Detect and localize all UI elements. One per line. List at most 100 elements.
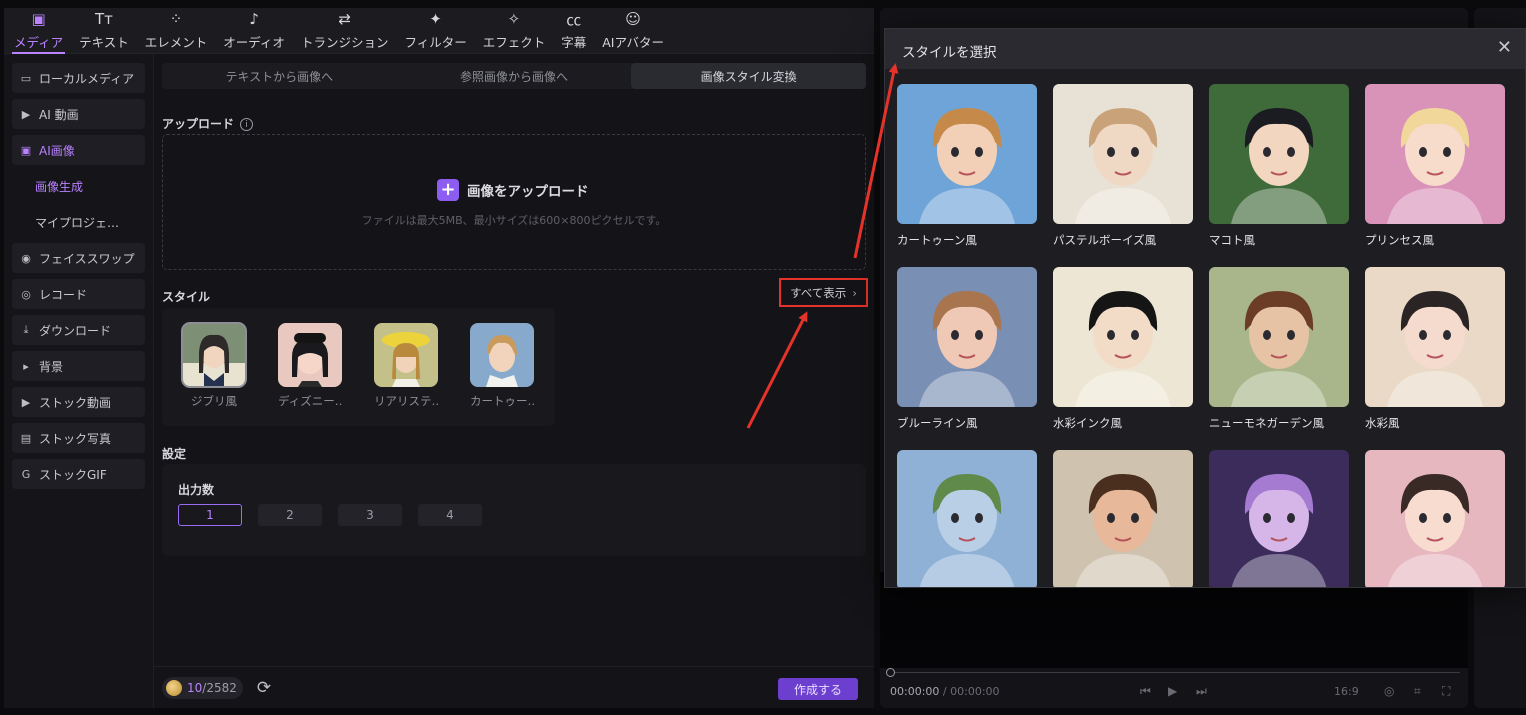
refresh-icon[interactable]: ⟳ — [253, 677, 275, 699]
upload-image-button[interactable]: + 画像をアップロード — [437, 179, 589, 201]
playhead-handle[interactable] — [886, 668, 895, 677]
style-option[interactable]: 水彩風 — [1365, 267, 1505, 431]
nav-tab-effect[interactable]: ✧ エフェクト — [475, 8, 554, 54]
output-count-1[interactable]: 1 — [178, 504, 242, 526]
style-option-name: マコト風 — [1209, 233, 1255, 247]
style-option[interactable] — [1365, 450, 1505, 587]
style-option[interactable]: マコト風 — [1209, 84, 1349, 248]
elements-icon: ⁘ — [169, 10, 183, 28]
style-thumb — [181, 322, 247, 388]
style-option[interactable] — [1053, 450, 1193, 587]
sidebar-item-label: 背景 — [39, 359, 64, 374]
current-time: 00:00:00 — [890, 685, 940, 698]
nav-tab-text[interactable]: Tт テキスト — [71, 8, 137, 54]
audio-icon: ♪ — [249, 10, 259, 28]
coin-icon — [166, 680, 182, 696]
style-card-disney[interactable]: ディズニー… — [278, 323, 342, 409]
fullscreen-icon[interactable]: ⛶ — [1442, 684, 1450, 699]
timecode: 00:00:00 / 00:00:00 — [890, 685, 1000, 698]
tab-style-transfer[interactable]: 画像スタイル変換 — [631, 63, 867, 89]
nav-tab-caption[interactable]: ㏄字幕 — [553, 8, 594, 54]
style-option-thumb — [1365, 267, 1505, 407]
triangle-right-icon: ▸ — [23, 359, 29, 373]
style-option[interactable]: カートゥーン風 — [897, 84, 1037, 248]
create-button[interactable]: 作成する — [778, 678, 858, 700]
nav-tab-label: トランジション — [300, 35, 389, 50]
style-option-thumb — [1365, 450, 1505, 587]
sidebar-item-gif[interactable]: G ストックGIF — [12, 459, 145, 489]
nav-tab-audio[interactable]: ♪ オーディオ — [215, 8, 293, 54]
style-option-name: ニューモネガーデン風 — [1209, 416, 1324, 430]
nav-tab-elements[interactable]: ⁘ エレメント — [137, 8, 216, 54]
dialog-header: スタイルを選択 ✕ — [885, 29, 1525, 69]
dialog-title: スタイルを選択 — [902, 45, 997, 61]
tab-image-to-image[interactable]: 参照画像から画像へ — [397, 63, 632, 89]
ai-image-icon: ▣ — [20, 143, 32, 157]
upload-dropzone[interactable]: + 画像をアップロード ファイルは最大5MB、最小サイズは600×800ピクセル… — [162, 134, 866, 270]
effect-icon: ✧ — [507, 10, 521, 28]
sidebar-item-label: ストック動画 — [39, 395, 112, 410]
close-icon[interactable]: ✕ — [1497, 37, 1512, 58]
output-count-4[interactable]: 4 — [418, 504, 482, 526]
style-card-cartoon[interactable]: カートゥー… — [470, 323, 534, 409]
sidebar-item-ai-video[interactable]: ▶ AI 動画 — [12, 99, 145, 129]
style-option[interactable] — [1209, 450, 1349, 587]
snapshot-icon[interactable]: ◎ — [1384, 684, 1394, 698]
style-card-ghibli[interactable]: ジブリ風 — [181, 322, 247, 409]
show-all-label: すべて表示 — [790, 285, 847, 300]
style-thumb — [278, 323, 342, 387]
style-name: ジブリ風 — [191, 394, 237, 408]
chevron-right-icon: › — [852, 285, 857, 300]
credits-used: 10 — [187, 681, 203, 695]
aspect-ratio[interactable]: 16:9 — [1334, 685, 1359, 698]
style-option[interactable]: 水彩インク風 — [1053, 267, 1193, 431]
next-frame-icon[interactable]: ⏭ — [1196, 684, 1207, 699]
output-count-2[interactable]: 2 — [258, 504, 322, 526]
sidebar-item-record[interactable]: ◎ レコード — [12, 279, 145, 309]
crop-icon[interactable]: ⌗ — [1414, 684, 1421, 699]
sidebar-item-folder[interactable]: ▭ ローカルメディア — [12, 63, 145, 93]
caption-icon: ㏄ — [566, 10, 582, 29]
tab-text-to-image[interactable]: テキストから画像へ — [162, 63, 397, 89]
nav-tab-ai-avatar[interactable]: ☺ AIアバター — [594, 8, 672, 54]
style-option[interactable] — [897, 450, 1037, 587]
show-all-button[interactable]: すべて表示 › — [779, 278, 868, 307]
sidebar-item-triangle-right[interactable]: ▸ 背景 — [12, 351, 145, 381]
output-count-label: 出力数 — [178, 483, 215, 497]
stock-photo-icon: ▤ — [20, 431, 32, 445]
credits-badge: 10/2582 — [162, 677, 243, 699]
nav-tab-transition[interactable]: ⇄ トランジション — [293, 8, 397, 54]
sidebar-subitem[interactable]: マイプロジェ… — [12, 207, 145, 237]
total-time: 00:00:00 — [950, 685, 1000, 698]
style-option[interactable]: パステルボーイズ風 — [1053, 84, 1193, 248]
style-option-thumb — [897, 267, 1037, 407]
style-option-thumb — [1053, 450, 1193, 587]
sidebar-subitem[interactable]: 画像生成 — [12, 171, 145, 201]
play-icon[interactable]: ▶ — [1168, 684, 1177, 698]
sidebar-item-ai-image[interactable]: ▣ AI画像 — [12, 135, 145, 165]
sidebar-item-stock-video[interactable]: ▶ ストック動画 — [12, 387, 145, 417]
style-option-thumb — [1209, 84, 1349, 224]
style-option[interactable]: プリンセス風 — [1365, 84, 1505, 248]
folder-icon: ▭ — [20, 71, 32, 85]
style-card-realistic[interactable]: リアリステ… — [374, 323, 438, 409]
nav-tab-media[interactable]: ▣ メディア — [6, 8, 71, 54]
nav-tab-label: 字幕 — [561, 35, 587, 50]
style-option-thumb — [1365, 84, 1505, 224]
style-option-name: 水彩風 — [1365, 416, 1400, 430]
output-count-3[interactable]: 3 — [338, 504, 402, 526]
sidebar-item-stock-photo[interactable]: ▤ ストック写真 — [12, 423, 145, 453]
previous-frame-icon[interactable]: ⏮ — [1140, 684, 1151, 699]
mode-tabs: テキストから画像へ 参照画像から画像へ 画像スタイル変換 — [162, 63, 867, 89]
style-option[interactable]: ニューモネガーデン風 — [1209, 267, 1349, 431]
sidebar-item-face-swap[interactable]: ◉ フェイススワップ — [12, 243, 145, 273]
timeline-track[interactable] — [890, 672, 1460, 673]
sidebar-item-download[interactable]: ⤓ ダウンロード — [12, 315, 145, 345]
transition-icon: ⇄ — [338, 10, 351, 28]
style-option-name: パステルボーイズ風 — [1053, 233, 1157, 247]
nav-tab-filter[interactable]: ✦ フィルター — [396, 8, 474, 54]
stock-video-icon: ▶ — [21, 395, 31, 409]
info-icon[interactable]: i — [240, 118, 254, 131]
sidebar-item-label: フェイススワップ — [39, 251, 135, 266]
style-option[interactable]: ブルーライン風 — [897, 267, 1037, 431]
